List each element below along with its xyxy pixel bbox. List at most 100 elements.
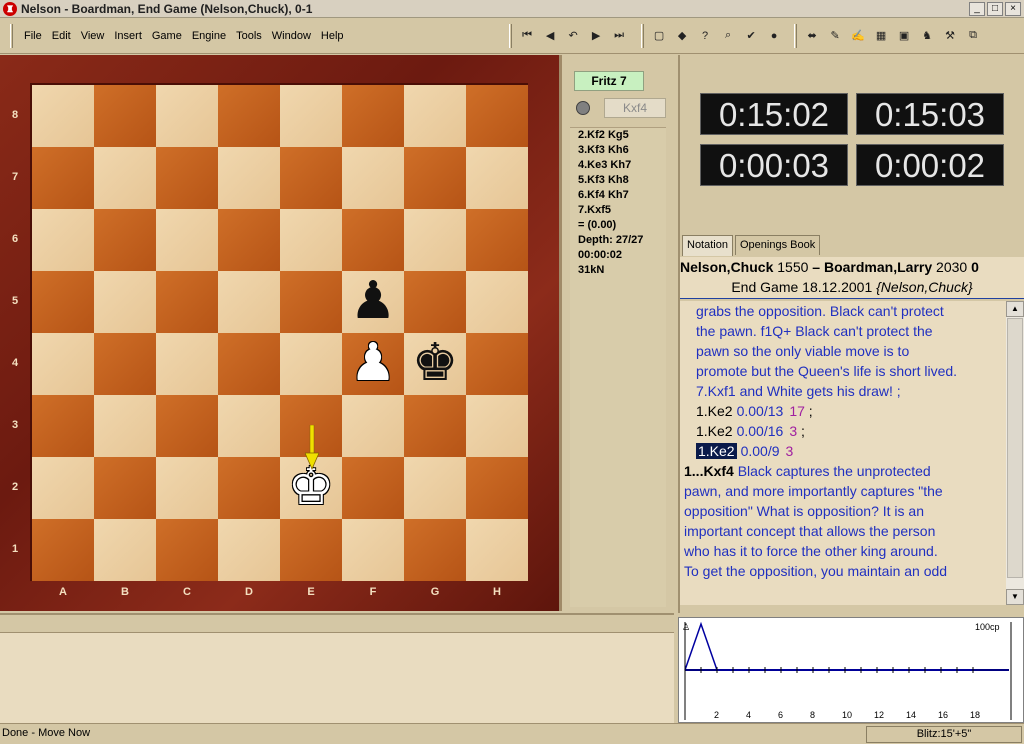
square-h7[interactable]: [466, 147, 528, 209]
square-d3[interactable]: [218, 395, 280, 457]
variation-line[interactable]: 1.Ke2 0.00/9 3: [680, 441, 1006, 461]
scroll-thumb[interactable]: [1007, 318, 1023, 578]
main-move[interactable]: 1...Kxf4: [684, 463, 734, 479]
square-d6[interactable]: [218, 209, 280, 271]
menu-view[interactable]: View: [76, 30, 110, 42]
analyze-icon[interactable]: ⌕: [719, 26, 738, 45]
menu-file[interactable]: File: [19, 30, 47, 42]
square-c1[interactable]: [156, 519, 218, 581]
variation-move[interactable]: 1.Ke2: [696, 443, 737, 459]
square-g4[interactable]: ♚: [404, 333, 466, 395]
square-h6[interactable]: [466, 209, 528, 271]
square-e1[interactable]: [280, 519, 342, 581]
variation-move[interactable]: 1.Ke2: [696, 423, 733, 439]
square-c4[interactable]: [156, 333, 218, 395]
square-f6[interactable]: [342, 209, 404, 271]
square-h1[interactable]: [466, 519, 528, 581]
square-c5[interactable]: [156, 271, 218, 333]
square-b5[interactable]: [94, 271, 156, 333]
evaluation-graph[interactable]: 2 4 6 8 10 12 14 16 18 100cp ♙: [678, 617, 1024, 723]
square-f1[interactable]: [342, 519, 404, 581]
window-icon[interactable]: ▣: [895, 26, 914, 45]
square-g5[interactable]: [404, 271, 466, 333]
square-c3[interactable]: [156, 395, 218, 457]
square-g7[interactable]: [404, 147, 466, 209]
app-icon[interactable]: ♜: [3, 1, 17, 16]
square-a1[interactable]: [32, 519, 94, 581]
square-d7[interactable]: [218, 147, 280, 209]
square-f4[interactable]: ♟: [342, 333, 404, 395]
flip-board-icon[interactable]: ⬌: [803, 26, 822, 45]
next-move-icon[interactable]: ▶: [587, 26, 606, 45]
pen-icon[interactable]: ✍: [849, 26, 868, 45]
square-h3[interactable]: [466, 395, 528, 457]
first-move-icon[interactable]: ⏮: [518, 26, 537, 45]
menu-tools[interactable]: Tools: [231, 30, 267, 42]
square-b6[interactable]: [94, 209, 156, 271]
engine-status-icon[interactable]: [576, 101, 590, 115]
new-game-icon[interactable]: ▢: [650, 26, 669, 45]
square-e8[interactable]: [280, 85, 342, 147]
chess-board[interactable]: ♟ ♟ ♚ ♚: [32, 85, 528, 581]
square-f3[interactable]: [342, 395, 404, 457]
square-b4[interactable]: [94, 333, 156, 395]
scroll-up-icon[interactable]: ▲: [1006, 301, 1024, 317]
square-h2[interactable]: [466, 457, 528, 519]
menu-edit[interactable]: Edit: [47, 30, 76, 42]
menu-game[interactable]: Game: [147, 30, 187, 42]
square-a8[interactable]: [32, 85, 94, 147]
minimize-button[interactable]: _: [969, 1, 985, 16]
square-d2[interactable]: [218, 457, 280, 519]
menu-engine[interactable]: Engine: [187, 30, 231, 42]
square-a5[interactable]: [32, 271, 94, 333]
square-b3[interactable]: [94, 395, 156, 457]
square-g2[interactable]: [404, 457, 466, 519]
variation-line[interactable]: 1.Ke2 0.00/16 3 ;: [680, 421, 1006, 441]
square-e7[interactable]: [280, 147, 342, 209]
square-f5[interactable]: ♟: [342, 271, 404, 333]
stop-icon[interactable]: ●: [765, 26, 784, 45]
square-h4[interactable]: [466, 333, 528, 395]
square-a7[interactable]: [32, 147, 94, 209]
notation-text[interactable]: grabs the opposition. Black can't protec…: [680, 301, 1006, 605]
square-a6[interactable]: [32, 209, 94, 271]
square-b7[interactable]: [94, 147, 156, 209]
square-f8[interactable]: [342, 85, 404, 147]
black-pawn-f5-icon[interactable]: ♟: [342, 271, 404, 333]
square-e5[interactable]: [280, 271, 342, 333]
question-icon[interactable]: ?: [696, 26, 715, 45]
square-g8[interactable]: [404, 85, 466, 147]
toolbar-grip[interactable]: [10, 23, 13, 48]
knight-icon[interactable]: ♞: [918, 26, 937, 45]
last-move-icon[interactable]: ⏭: [610, 26, 629, 45]
square-d8[interactable]: [218, 85, 280, 147]
hint-icon[interactable]: ◆: [673, 26, 692, 45]
square-a3[interactable]: [32, 395, 94, 457]
square-d4[interactable]: [218, 333, 280, 395]
engine-name[interactable]: Fritz 7: [574, 71, 644, 91]
windows-icon[interactable]: ⧉: [964, 26, 983, 45]
square-c2[interactable]: [156, 457, 218, 519]
square-f2[interactable]: [342, 457, 404, 519]
close-button[interactable]: ×: [1005, 1, 1021, 16]
square-a2[interactable]: [32, 457, 94, 519]
maximize-button[interactable]: □: [987, 1, 1003, 16]
variation-line[interactable]: 1.Ke2 0.00/13 17 ;: [680, 401, 1006, 421]
square-e4[interactable]: [280, 333, 342, 395]
square-f7[interactable]: [342, 147, 404, 209]
grid-icon[interactable]: ▦: [872, 26, 891, 45]
black-king-g4-icon[interactable]: ♚: [404, 333, 466, 395]
square-b2[interactable]: [94, 457, 156, 519]
white-pawn-f4-icon[interactable]: ♟: [342, 333, 404, 395]
square-g6[interactable]: [404, 209, 466, 271]
square-h8[interactable]: [466, 85, 528, 147]
toolbar-grip[interactable]: [793, 23, 797, 48]
square-b1[interactable]: [94, 519, 156, 581]
square-c7[interactable]: [156, 147, 218, 209]
square-b8[interactable]: [94, 85, 156, 147]
ok-icon[interactable]: ✔: [742, 26, 761, 45]
scroll-down-icon[interactable]: ▼: [1006, 589, 1024, 605]
square-e6[interactable]: [280, 209, 342, 271]
square-c6[interactable]: [156, 209, 218, 271]
tab-openings-book[interactable]: Openings Book: [734, 235, 821, 255]
